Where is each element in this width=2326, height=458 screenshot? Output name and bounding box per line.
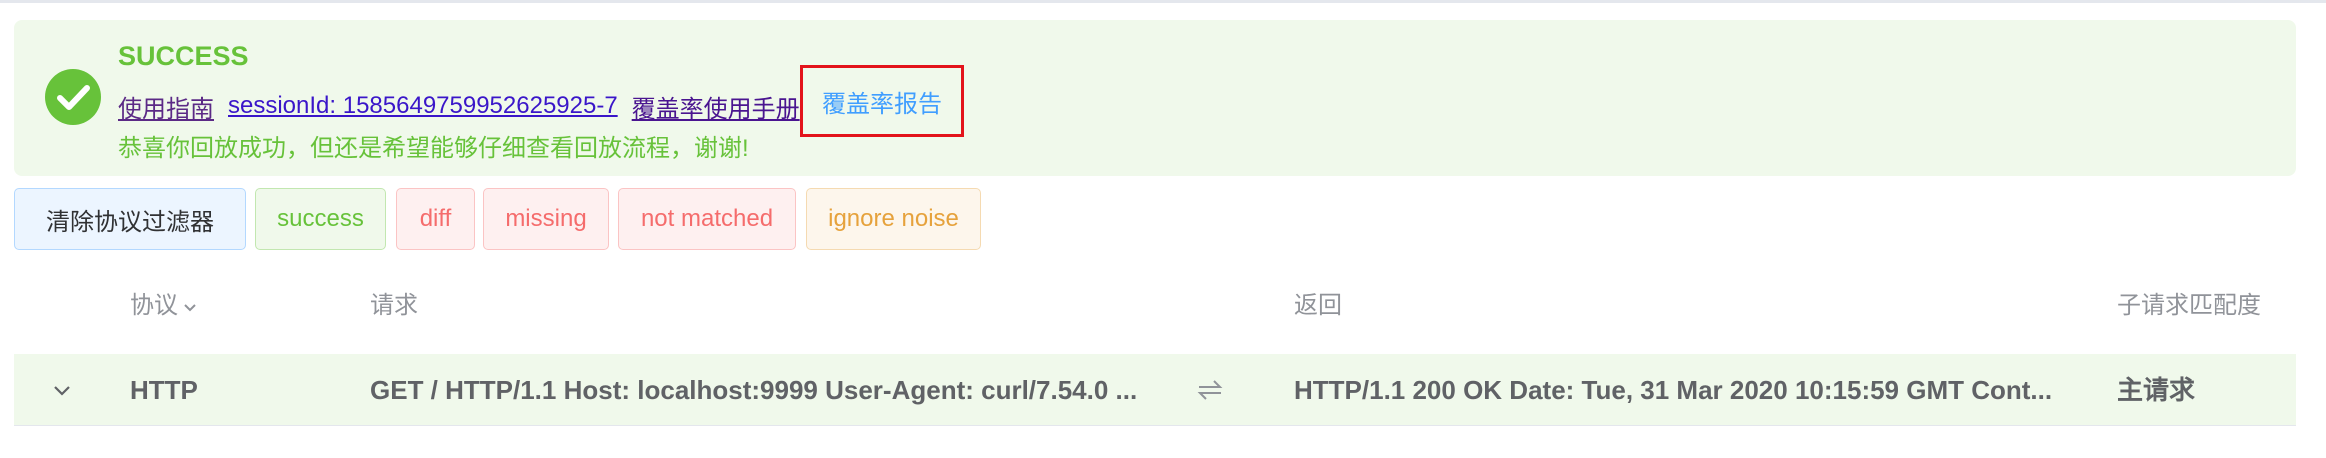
chevron-down-icon: [182, 290, 198, 324]
filter-missing-button[interactable]: missing: [483, 188, 609, 250]
filter-success-button[interactable]: success: [255, 188, 386, 250]
filter-not-matched-button[interactable]: not matched: [618, 188, 796, 250]
row-protocol: HTTP: [130, 375, 198, 405]
row-response: HTTP/1.1 200 OK Date: Tue, 31 Mar 2020 1…: [1294, 375, 2053, 405]
clear-filters-button[interactable]: 清除协议过滤器: [14, 188, 246, 250]
header-response: 返回: [1294, 292, 1342, 319]
coverage-manual-link[interactable]: 覆盖率使用手册: [632, 89, 800, 124]
coverage-report-highlight: 覆盖率报告: [800, 65, 964, 137]
coverage-report-link[interactable]: 覆盖率报告: [822, 84, 942, 119]
row-request: GET / HTTP/1.1 Host: localhost:9999 User…: [370, 375, 1138, 405]
success-check-icon: [45, 69, 101, 125]
alert-title: SUCCESS: [118, 41, 249, 71]
swap-arrows-icon[interactable]: [1194, 374, 1226, 406]
header-protocol[interactable]: 协议: [130, 289, 198, 324]
alert-description: 恭喜你回放成功，但还是希望能够仔细查看回放流程，谢谢!: [118, 135, 749, 162]
filter-ignore-noise-button[interactable]: ignore noise: [806, 188, 981, 250]
top-divider: [0, 0, 2326, 3]
table-row[interactable]: HTTP GET / HTTP/1.1 Host: localhost:9999…: [14, 354, 2296, 426]
row-match: 主请求: [2117, 375, 2196, 405]
success-alert: SUCCESS 使用指南 sessionId: 1585649759952625…: [14, 20, 2296, 176]
alert-links: 使用指南 sessionId: 1585649759952625925-7 覆盖…: [118, 88, 814, 124]
filter-diff-button[interactable]: diff: [396, 188, 475, 250]
header-match: 子请求匹配度: [2117, 292, 2261, 319]
session-id-link[interactable]: sessionId: 1585649759952625925-7: [228, 92, 618, 120]
header-protocol-label: 协议: [130, 292, 178, 319]
chevron-down-icon[interactable]: [50, 378, 74, 402]
guide-link[interactable]: 使用指南: [118, 89, 214, 124]
header-request: 请求: [370, 292, 418, 319]
